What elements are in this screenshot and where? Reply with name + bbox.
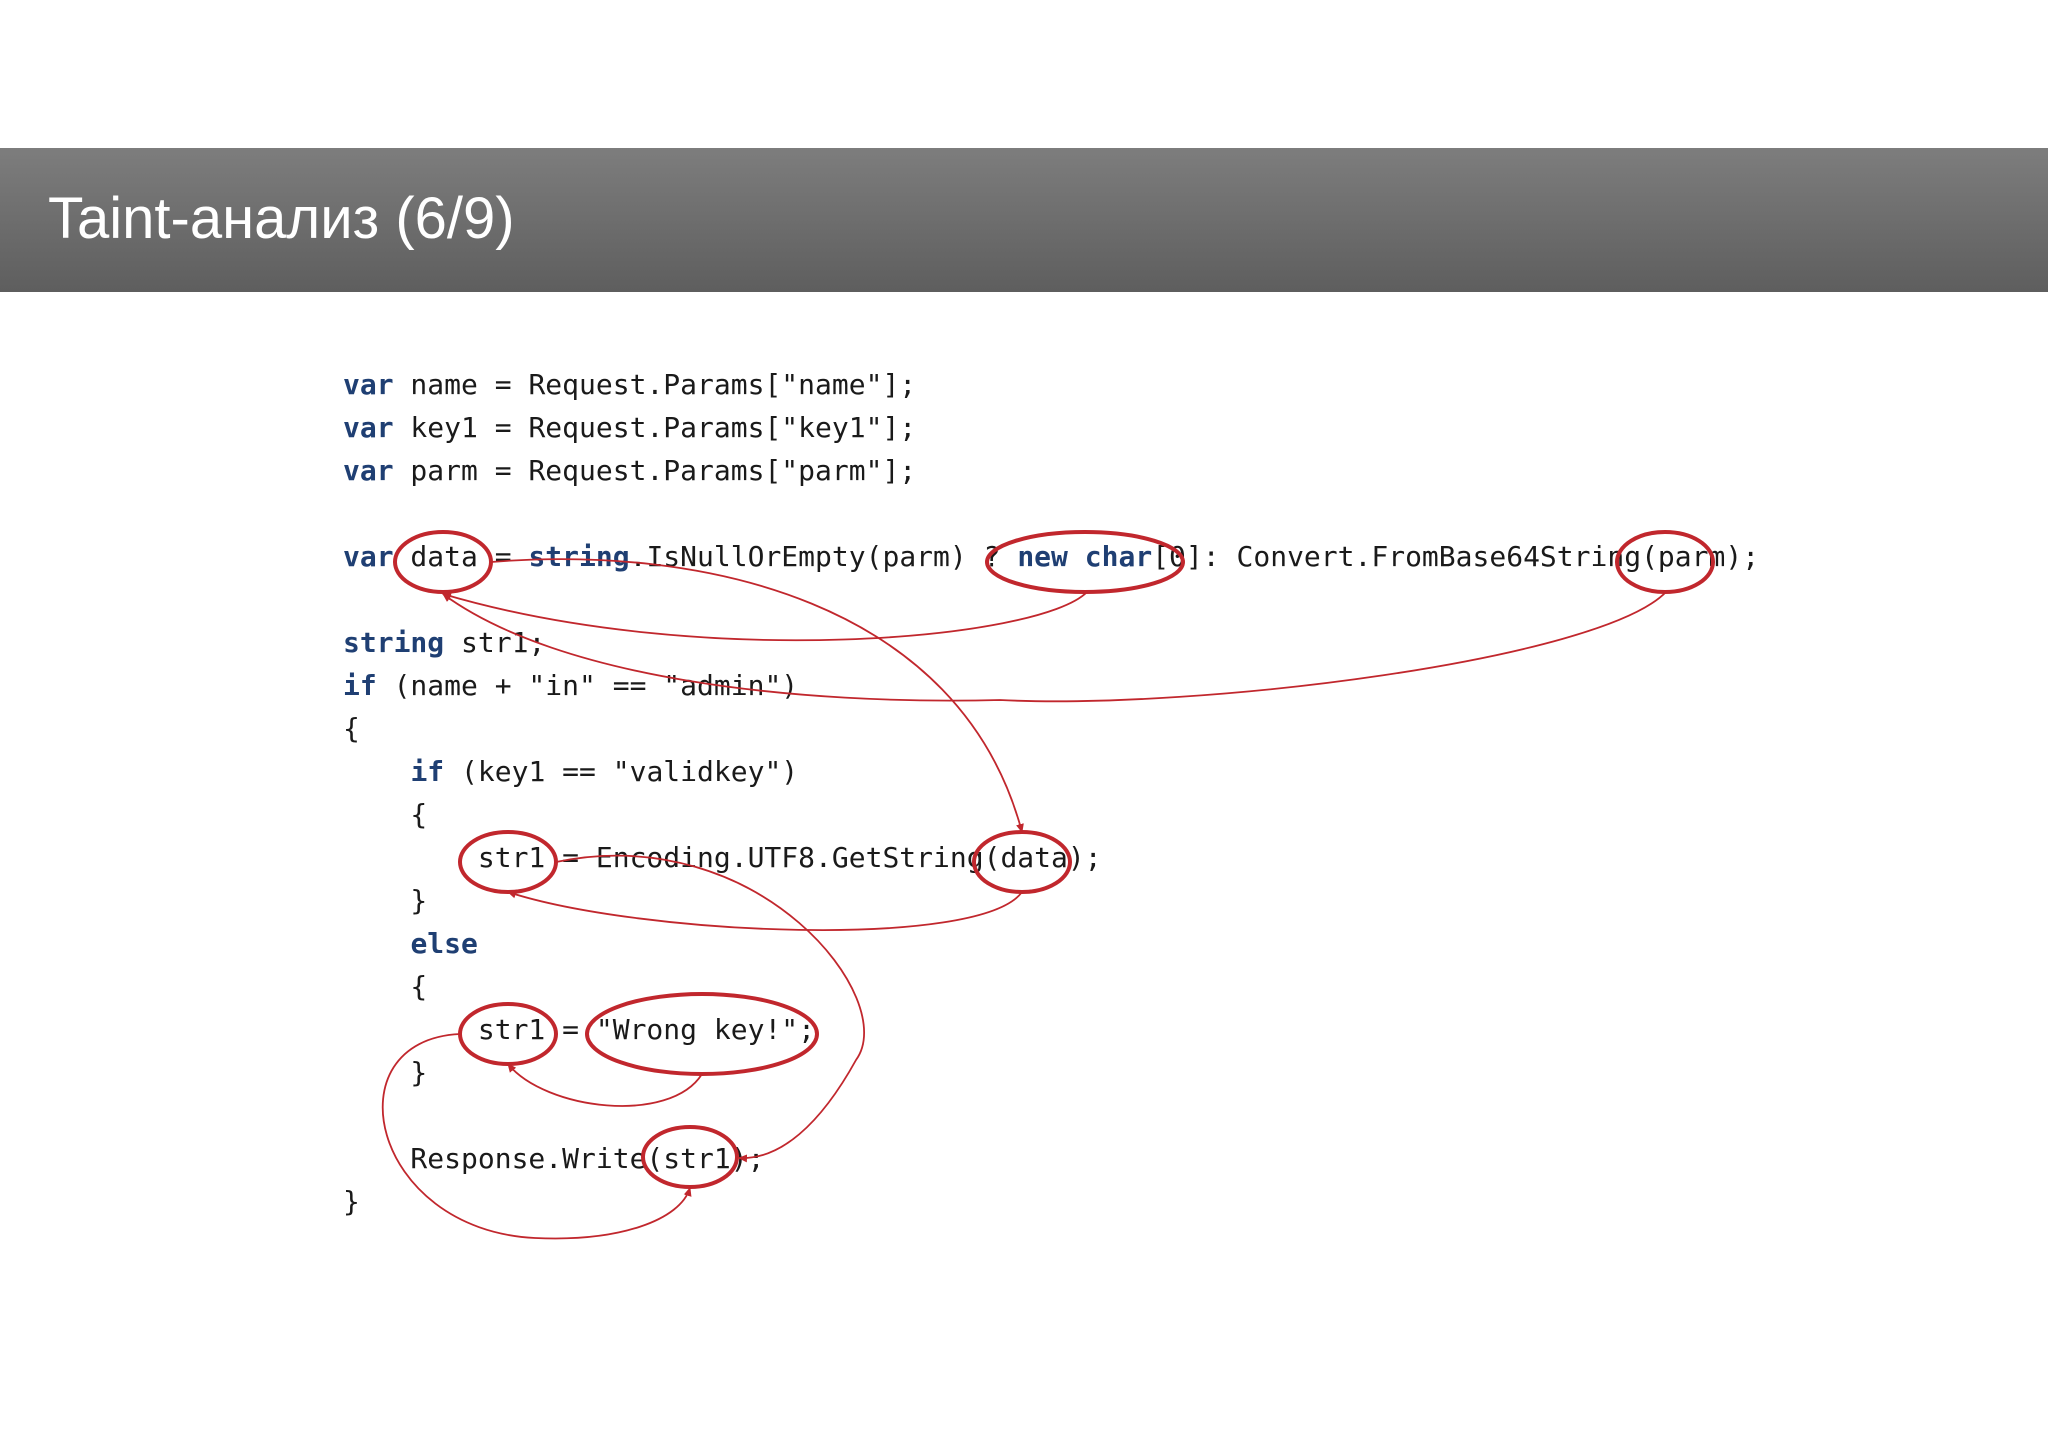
code-text: name = Request.Params["name"]; bbox=[393, 368, 917, 401]
code-line: string str1; bbox=[343, 621, 1759, 664]
code-listing: var name = Request.Params["name"]; var ke… bbox=[343, 363, 1759, 1223]
code-line: var parm = Request.Params["parm"]; bbox=[343, 449, 1759, 492]
slide-title: Taint-анализ (6/9) bbox=[48, 186, 515, 251]
code-line: } bbox=[343, 879, 1759, 922]
code-keyword: var bbox=[343, 411, 394, 444]
slide-content: var name = Request.Params["name"]; var ke… bbox=[0, 292, 2048, 1448]
code-text: { bbox=[343, 970, 428, 1003]
code-text: { bbox=[343, 712, 360, 745]
code-line: str1 = "Wrong key!"; bbox=[343, 1008, 1759, 1051]
code-text: [0]: Convert.FromBase64String(parm); bbox=[1152, 540, 1760, 573]
code-text: } bbox=[343, 1056, 428, 1089]
code-text: str1 = Encoding.UTF8.GetString(data); bbox=[343, 841, 1102, 874]
slide-title-bar: Taint-анализ (6/9) bbox=[0, 148, 2048, 292]
code-line: { bbox=[343, 793, 1759, 836]
code-text: parm = Request.Params["parm"]; bbox=[393, 454, 917, 487]
code-keyword: var bbox=[343, 454, 394, 487]
code-text: (key1 == "validkey") bbox=[444, 755, 799, 788]
code-text: { bbox=[343, 798, 428, 831]
code-line: str1 = Encoding.UTF8.GetString(data); bbox=[343, 836, 1759, 879]
code-keyword: string bbox=[528, 540, 630, 573]
code-text: str1; bbox=[444, 626, 546, 659]
code-line: if (name + "in" == "admin") bbox=[343, 664, 1759, 707]
code-keyword: if bbox=[410, 755, 445, 788]
code-line: var name = Request.Params["name"]; bbox=[343, 363, 1759, 406]
code-keyword: char bbox=[1084, 540, 1153, 573]
code-text: (name + "in" == "admin") bbox=[376, 669, 799, 702]
code-text: key1 = Request.Params["key1"]; bbox=[393, 411, 917, 444]
code-keyword: else bbox=[410, 927, 478, 960]
code-keyword: var bbox=[343, 540, 394, 573]
code-text: .IsNullOrEmpty(parm) ? bbox=[629, 540, 1018, 573]
code-text: } bbox=[343, 884, 428, 917]
code-line: } bbox=[343, 1180, 1759, 1223]
code-line: var key1 = Request.Params["key1"]; bbox=[343, 406, 1759, 449]
code-line: { bbox=[343, 707, 1759, 750]
code-text: data = bbox=[393, 540, 529, 573]
code-keyword: string bbox=[343, 626, 445, 659]
code-line: if (key1 == "validkey") bbox=[343, 750, 1759, 793]
code-keyword: new bbox=[1017, 540, 1068, 573]
code-text: } bbox=[343, 1185, 360, 1218]
code-keyword: var bbox=[343, 368, 394, 401]
code-line: else bbox=[343, 922, 1759, 965]
code-keyword: if bbox=[343, 669, 377, 702]
code-line: var data = string.IsNullOrEmpty(parm) ? … bbox=[343, 535, 1759, 578]
code-text: str1 = "Wrong key!"; bbox=[343, 1013, 816, 1046]
code-line: Response.Write(str1); bbox=[343, 1137, 1759, 1180]
code-line: } bbox=[343, 1051, 1759, 1094]
code-text: Response.Write(str1); bbox=[343, 1142, 765, 1175]
code-line: { bbox=[343, 965, 1759, 1008]
